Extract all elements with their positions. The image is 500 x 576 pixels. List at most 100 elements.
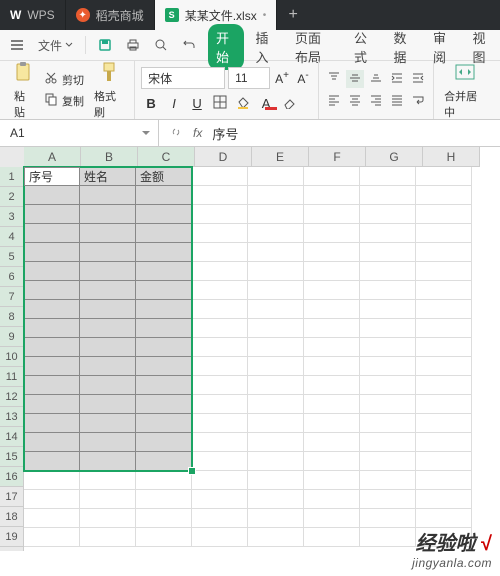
column-header[interactable]: F <box>309 147 366 167</box>
cell[interactable] <box>24 357 80 376</box>
cell[interactable] <box>304 224 360 243</box>
cell[interactable] <box>24 376 80 395</box>
cell[interactable] <box>360 357 416 376</box>
cell[interactable] <box>416 167 472 186</box>
cell[interactable] <box>80 243 136 262</box>
cell[interactable] <box>304 262 360 281</box>
cell[interactable] <box>80 528 136 547</box>
cell[interactable] <box>360 338 416 357</box>
cell[interactable] <box>136 319 192 338</box>
cell[interactable] <box>136 338 192 357</box>
cell[interactable] <box>136 224 192 243</box>
cell[interactable] <box>192 376 248 395</box>
cell[interactable] <box>24 414 80 433</box>
cell[interactable] <box>416 319 472 338</box>
cell[interactable] <box>192 186 248 205</box>
cell[interactable] <box>80 433 136 452</box>
cell[interactable] <box>360 433 416 452</box>
row-header[interactable]: 13 <box>0 407 24 427</box>
cell[interactable] <box>80 319 136 338</box>
cell[interactable] <box>360 452 416 471</box>
cell[interactable] <box>304 300 360 319</box>
row-header[interactable]: 18 <box>0 507 24 527</box>
file-menu-button[interactable]: 文件 <box>34 34 77 57</box>
cell[interactable] <box>304 357 360 376</box>
cell[interactable] <box>24 319 80 338</box>
align-middle-button[interactable] <box>346 70 364 88</box>
cell[interactable] <box>416 490 472 509</box>
row-header[interactable]: 12 <box>0 387 24 407</box>
cell[interactable] <box>416 243 472 262</box>
app-tab-wps[interactable]: W WPS <box>0 0 66 30</box>
row-header[interactable]: 16 <box>0 467 24 487</box>
name-box[interactable]: A1 <box>0 120 159 146</box>
row-header[interactable]: 10 <box>0 347 24 367</box>
cell[interactable] <box>24 186 80 205</box>
decrease-font-button[interactable]: A- <box>294 69 312 87</box>
cell[interactable] <box>24 338 80 357</box>
cell[interactable]: 金额 <box>136 167 192 186</box>
cell[interactable] <box>136 186 192 205</box>
cell[interactable] <box>248 452 304 471</box>
cell[interactable] <box>248 338 304 357</box>
select-all-corner[interactable] <box>0 147 25 168</box>
cell[interactable] <box>24 452 80 471</box>
column-header[interactable]: D <box>195 147 252 167</box>
cell[interactable] <box>192 224 248 243</box>
cell[interactable] <box>136 300 192 319</box>
cell[interactable] <box>136 262 192 281</box>
cell[interactable] <box>192 452 248 471</box>
print-button[interactable] <box>122 35 144 55</box>
cell[interactable] <box>24 471 80 490</box>
cell[interactable] <box>304 376 360 395</box>
align-bottom-button[interactable] <box>367 70 385 88</box>
cell[interactable] <box>192 319 248 338</box>
cell[interactable] <box>416 452 472 471</box>
cell[interactable] <box>24 300 80 319</box>
cell[interactable] <box>416 395 472 414</box>
cell[interactable] <box>192 528 248 547</box>
cell[interactable] <box>304 338 360 357</box>
cell[interactable] <box>416 224 472 243</box>
cell[interactable] <box>192 433 248 452</box>
underline-button[interactable]: U <box>187 93 207 113</box>
cell[interactable] <box>24 433 80 452</box>
cell[interactable] <box>416 414 472 433</box>
cell[interactable] <box>360 262 416 281</box>
app-tab-shop[interactable]: ✦ 稻壳商城 <box>66 0 155 30</box>
cell[interactable] <box>136 395 192 414</box>
cell[interactable] <box>360 471 416 490</box>
cell[interactable] <box>80 186 136 205</box>
row-header[interactable]: 20 <box>0 547 24 551</box>
align-right-button[interactable] <box>367 92 385 110</box>
print-preview-button[interactable] <box>150 35 172 55</box>
cell[interactable] <box>304 186 360 205</box>
cell[interactable] <box>416 300 472 319</box>
cell[interactable] <box>80 357 136 376</box>
cell[interactable] <box>360 395 416 414</box>
row-header[interactable]: 5 <box>0 247 24 267</box>
cell[interactable] <box>80 395 136 414</box>
paste-button[interactable]: 粘贴 <box>10 61 38 120</box>
undo-button[interactable] <box>178 35 200 55</box>
cell[interactable] <box>136 509 192 528</box>
cell[interactable] <box>416 338 472 357</box>
cell[interactable] <box>248 167 304 186</box>
cell[interactable] <box>248 471 304 490</box>
cell[interactable] <box>80 281 136 300</box>
column-header[interactable]: A <box>24 147 81 167</box>
cell[interactable] <box>416 262 472 281</box>
cell[interactable] <box>304 509 360 528</box>
wrap-text-button[interactable] <box>409 92 427 110</box>
link-icon[interactable] <box>169 125 183 142</box>
cell[interactable] <box>192 167 248 186</box>
cell[interactable] <box>360 528 416 547</box>
cell[interactable] <box>360 319 416 338</box>
cells-area[interactable]: 序号姓名金额 <box>24 167 500 551</box>
cell[interactable] <box>192 262 248 281</box>
column-header[interactable]: B <box>81 147 138 167</box>
cell[interactable] <box>304 528 360 547</box>
format-painter-button[interactable]: 格式刷 <box>90 61 128 120</box>
column-header[interactable]: E <box>252 147 309 167</box>
cell[interactable] <box>304 414 360 433</box>
